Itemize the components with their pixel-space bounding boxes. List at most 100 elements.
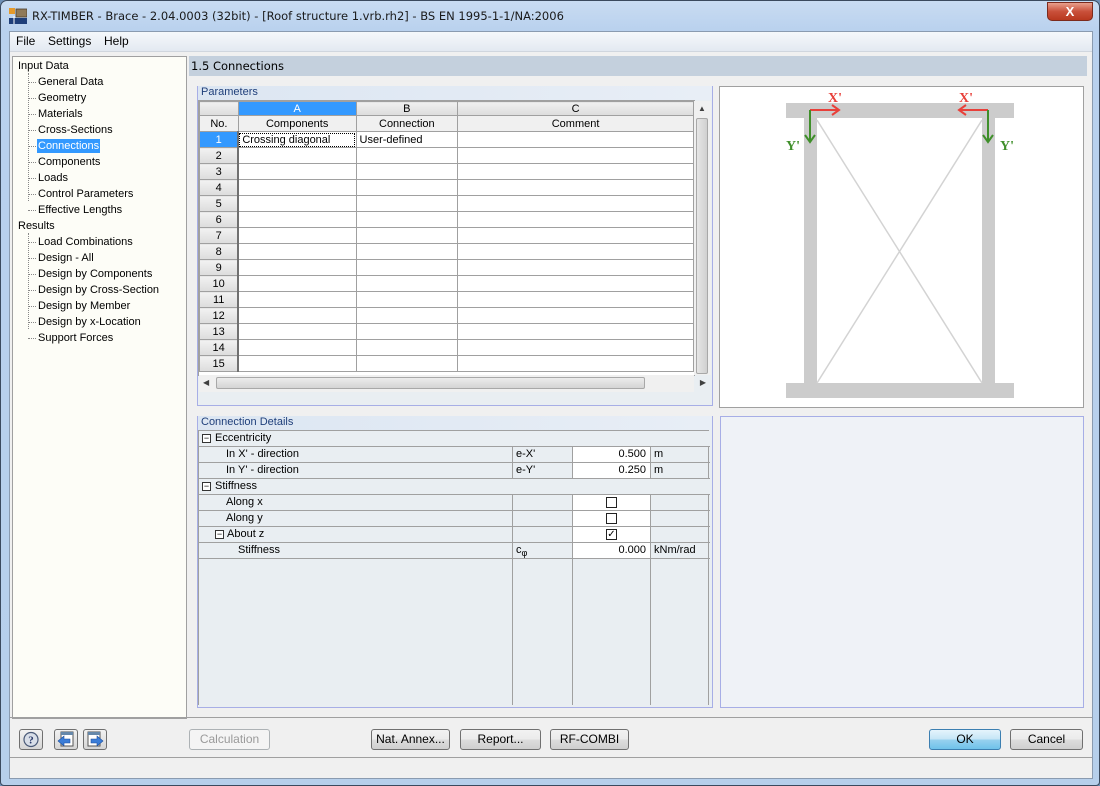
- collapse-icon[interactable]: −: [202, 482, 211, 491]
- tree-item-design-by-components[interactable]: Design by Components: [37, 267, 153, 281]
- about-z-checkbox[interactable]: ✓: [606, 529, 617, 540]
- eccentricity-x-input[interactable]: 0.500: [572, 447, 650, 462]
- nat-annex-button[interactable]: Nat. Annex...: [371, 729, 450, 750]
- tree-item-materials[interactable]: Materials: [37, 107, 84, 121]
- tree-item-general-data[interactable]: General Data: [37, 75, 104, 89]
- comment-cell[interactable]: [457, 195, 694, 212]
- table-row[interactable]: 10: [199, 275, 694, 292]
- along-y-checkbox[interactable]: [606, 513, 617, 524]
- menu-help[interactable]: Help: [104, 34, 129, 48]
- collapse-icon[interactable]: −: [215, 530, 224, 539]
- horizontal-scrollbar[interactable]: ◀ ▶: [199, 375, 706, 392]
- tree-item-cross-sections[interactable]: Cross-Sections: [37, 123, 114, 137]
- tree-item-load-combinations[interactable]: Load Combinations: [37, 235, 134, 249]
- connection-cell[interactable]: [355, 339, 459, 356]
- column-letter-b[interactable]: B: [355, 101, 459, 116]
- tree-item-support-forces[interactable]: Support Forces: [37, 331, 114, 345]
- calculation-button[interactable]: Calculation: [189, 729, 270, 750]
- report-button[interactable]: Report...: [460, 729, 541, 750]
- help-button[interactable]: ?: [19, 729, 43, 750]
- table-row[interactable]: 1 Crossing diagonal User-defined: [199, 131, 694, 148]
- comment-cell[interactable]: [457, 131, 694, 148]
- components-cell[interactable]: [237, 243, 357, 260]
- row-number[interactable]: 7: [199, 227, 240, 244]
- vertical-scrollbar[interactable]: ▲: [694, 101, 711, 375]
- comment-cell[interactable]: [457, 259, 694, 276]
- connection-cell[interactable]: [355, 307, 459, 324]
- stiffness-section[interactable]: − Stiffness: [199, 479, 710, 495]
- column-letter-c[interactable]: C: [457, 101, 694, 116]
- close-button[interactable]: X: [1047, 2, 1093, 21]
- connection-cell[interactable]: [355, 259, 459, 276]
- row-number[interactable]: 10: [199, 275, 240, 292]
- components-cell[interactable]: [237, 163, 357, 180]
- table-row[interactable]: 3: [199, 163, 694, 180]
- comment-cell[interactable]: [457, 307, 694, 324]
- components-cell[interactable]: [237, 179, 357, 196]
- components-cell[interactable]: [237, 323, 357, 340]
- connection-cell[interactable]: [355, 195, 459, 212]
- scroll-up-icon[interactable]: ▲: [698, 104, 706, 113]
- row-number[interactable]: 15: [199, 355, 240, 372]
- table-row[interactable]: 8: [199, 243, 694, 260]
- tree-group-input-data[interactable]: Input Data: [18, 59, 69, 73]
- connection-cell[interactable]: [355, 291, 459, 308]
- horizontal-scroll-thumb[interactable]: [216, 377, 645, 389]
- components-cell[interactable]: [237, 291, 357, 308]
- row-number[interactable]: 2: [199, 147, 240, 164]
- connection-cell[interactable]: [355, 211, 459, 228]
- connection-cell[interactable]: [355, 227, 459, 244]
- tree-item-design-by-member[interactable]: Design by Member: [37, 299, 131, 313]
- connection-cell[interactable]: [355, 179, 459, 196]
- table-row[interactable]: 12: [199, 307, 694, 324]
- comment-cell[interactable]: [457, 211, 694, 228]
- components-cell[interactable]: [237, 355, 357, 372]
- table-row[interactable]: 4: [199, 179, 694, 196]
- components-cell[interactable]: [237, 275, 357, 292]
- row-number[interactable]: 3: [199, 163, 240, 180]
- comment-cell[interactable]: [457, 227, 694, 244]
- table-row[interactable]: 15: [199, 355, 694, 372]
- connection-cell[interactable]: [355, 243, 459, 260]
- table-row[interactable]: 2: [199, 147, 694, 164]
- cancel-button[interactable]: Cancel: [1010, 729, 1083, 750]
- tree-group-results[interactable]: Results: [18, 219, 55, 233]
- comment-cell[interactable]: [457, 147, 694, 164]
- row-number[interactable]: 4: [199, 179, 240, 196]
- components-cell[interactable]: [237, 195, 357, 212]
- eccentricity-y-input[interactable]: 0.250: [572, 463, 650, 478]
- scroll-left-icon[interactable]: ◀: [203, 378, 209, 387]
- connection-cell[interactable]: [355, 355, 459, 372]
- comment-cell[interactable]: [457, 179, 694, 196]
- connection-header[interactable]: Connection: [355, 115, 459, 132]
- comment-cell[interactable]: [457, 291, 694, 308]
- tree-item-design-by-cross-section[interactable]: Design by Cross-Section: [37, 283, 160, 297]
- row-number[interactable]: 14: [199, 339, 240, 356]
- components-cell[interactable]: Crossing diagonal: [237, 131, 357, 148]
- tree-item-design-all[interactable]: Design - All: [37, 251, 95, 265]
- row-number[interactable]: 1: [199, 131, 240, 148]
- row-number[interactable]: 8: [199, 243, 240, 260]
- comment-header[interactable]: Comment: [457, 115, 694, 132]
- comment-cell[interactable]: [457, 323, 694, 340]
- row-number[interactable]: 12: [199, 307, 240, 324]
- comment-cell[interactable]: [457, 355, 694, 372]
- comment-cell[interactable]: [457, 339, 694, 356]
- column-letter-a[interactable]: A: [237, 101, 357, 116]
- table-row[interactable]: 7: [199, 227, 694, 244]
- menu-settings[interactable]: Settings: [48, 34, 91, 48]
- tree-item-loads[interactable]: Loads: [37, 171, 69, 185]
- stiffness-input[interactable]: 0.000: [572, 543, 650, 558]
- comment-cell[interactable]: [457, 163, 694, 180]
- components-cell[interactable]: [237, 339, 357, 356]
- collapse-icon[interactable]: −: [202, 434, 211, 443]
- table-row[interactable]: 9: [199, 259, 694, 276]
- eccentricity-section[interactable]: − Eccentricity: [199, 431, 710, 447]
- row-number[interactable]: 9: [199, 259, 240, 276]
- ok-button[interactable]: OK: [929, 729, 1001, 750]
- next-button[interactable]: [83, 729, 107, 750]
- components-cell[interactable]: [237, 227, 357, 244]
- previous-button[interactable]: [54, 729, 78, 750]
- tree-item-control-parameters[interactable]: Control Parameters: [37, 187, 134, 201]
- tree-item-design-by-x-location[interactable]: Design by x-Location: [37, 315, 142, 329]
